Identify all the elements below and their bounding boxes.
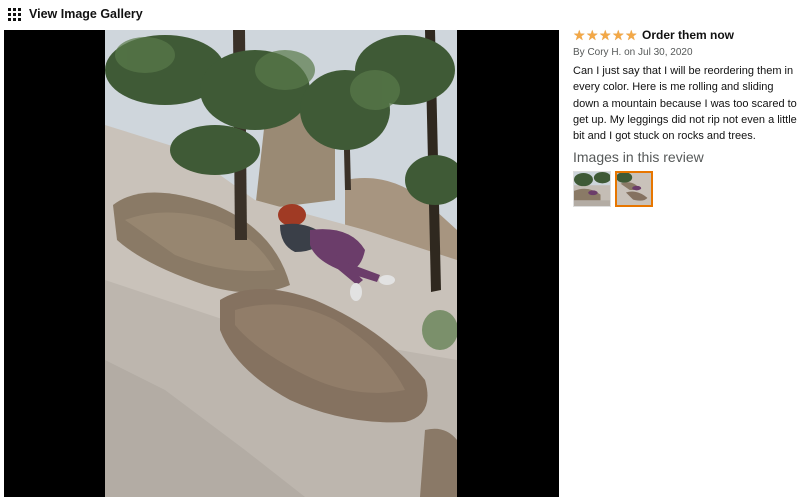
review-thumbnail-2[interactable] — [615, 171, 653, 208]
thumbnail-image — [617, 173, 651, 206]
review-thumbnails — [573, 171, 797, 208]
review-photo[interactable] — [105, 30, 457, 497]
review-thumbnail-1[interactable] — [573, 171, 611, 208]
view-image-gallery-button[interactable]: View Image Gallery — [8, 5, 143, 23]
star-icon: ★ — [612, 27, 625, 43]
star-icon: ★ — [625, 27, 638, 43]
review-panel: ★ ★ ★ ★ ★ Order them now By Cory H. on J… — [573, 26, 797, 208]
star-icon: ★ — [573, 27, 586, 43]
star-icon: ★ — [586, 27, 599, 43]
photo-illustration — [105, 30, 457, 497]
image-viewer — [4, 30, 559, 497]
review-body: Can I just say that I will be reordering… — [573, 65, 797, 143]
review-byline: By Cory H. on Jul 30, 2020 — [573, 47, 693, 58]
review-title[interactable]: Order them now — [642, 28, 734, 42]
gallery-label: View Image Gallery — [29, 7, 143, 21]
star-icon: ★ — [599, 27, 612, 43]
star-rating: ★ ★ ★ ★ ★ — [573, 28, 638, 42]
rating-row: ★ ★ ★ ★ ★ Order them now — [573, 26, 797, 44]
thumbnail-image — [574, 172, 610, 207]
grid-icon — [8, 7, 21, 21]
images-in-review-heading: Images in this review — [573, 149, 704, 166]
